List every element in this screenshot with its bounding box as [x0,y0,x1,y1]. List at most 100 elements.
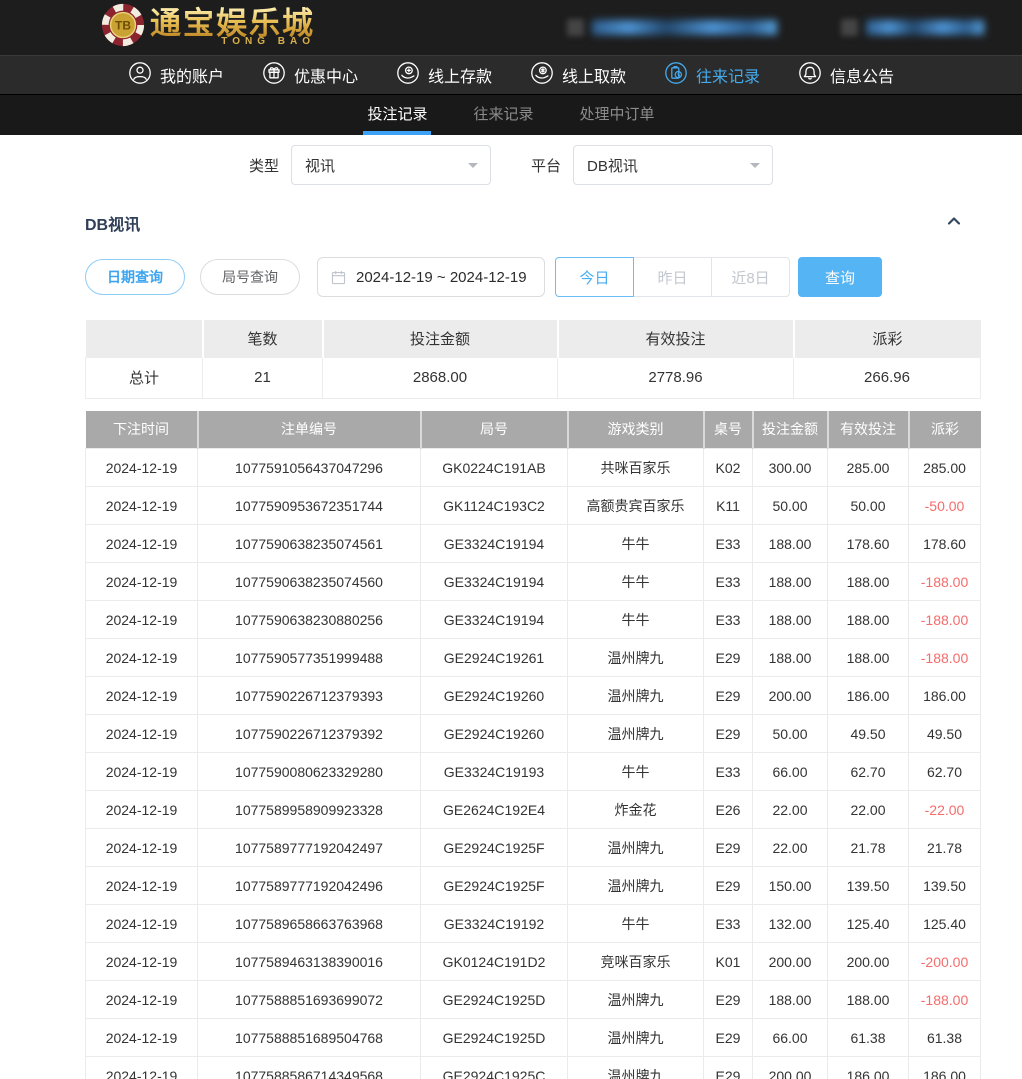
brand-logo[interactable]: TB 通宝娱乐城 TONG BAO [100,2,321,53]
quick-range-button-1[interactable]: 今日 [555,257,634,297]
type-label: 类型 [249,155,279,176]
date-query-toggle[interactable]: 日期查询 [85,259,185,295]
table-cell: 温州牌九 [568,829,704,867]
table-cell: 炸金花 [568,791,704,829]
table-cell: 1077589777192042497 [198,829,421,867]
date-range-picker[interactable]: 2024-12-19 ~ 2024-12-19 [317,257,545,297]
chevron-down-icon [468,163,478,173]
table-row: 2024-12-191077588851693699072GE2924C1925… [86,981,981,1019]
nav-item-records[interactable]: 往来记录 [664,61,760,90]
type-select-value: 视讯 [305,155,335,176]
table-cell: 66.00 [753,753,828,791]
table-row: 2024-12-191077588586714349568GE2924C1925… [86,1057,981,1079]
user-icon [128,61,152,90]
chevron-up-icon [944,211,964,231]
platform-select[interactable]: DB视讯 [573,145,773,185]
table-cell: K11 [704,487,753,525]
nav-item-label: 优惠中心 [294,63,358,87]
table-cell: 2024-12-19 [86,487,198,525]
table-cell: 22.00 [753,829,828,867]
table-cell: 285.00 [828,449,909,487]
table-cell: 62.70 [828,753,909,791]
section-head: DB视讯 [85,209,980,236]
table-cell: 2024-12-19 [86,677,198,715]
table-row: 2024-12-191077589658663763968GE3324C1919… [86,905,981,943]
tab-1[interactable]: 投注记录 [367,95,427,135]
nav-item-bell[interactable]: 信息公告 [798,61,894,90]
table-cell: 188.00 [828,601,909,639]
collapse-button[interactable] [942,209,966,236]
table-cell: GE2924C19260 [421,677,568,715]
table-cell: 1077591056437047296 [198,449,421,487]
table-cell: 1077589958909923328 [198,791,421,829]
gift-icon [262,61,286,90]
table-cell: GE2924C1925F [421,829,568,867]
table-cell: 188.00 [753,563,828,601]
summary-value: 2868.00 [323,357,558,398]
table-cell: 139.50 [828,867,909,905]
table-cell: 1077589463138390016 [198,943,421,981]
casino-chip-icon: TB [100,2,146,53]
table-cell: 125.40 [828,905,909,943]
table-cell: GE3324C19193 [421,753,568,791]
table-cell: 2024-12-19 [86,905,198,943]
table-cell: 188.00 [753,981,828,1019]
table-cell: E29 [704,981,753,1019]
summary-header-row: 笔数投注金额有效投注派彩 [86,320,981,357]
brand-text: 通宝娱乐城 TONG BAO [150,8,321,47]
table-cell: 2024-12-19 [86,867,198,905]
table-cell: E29 [704,1057,753,1079]
summary-col-header: 投注金额 [323,320,558,357]
table-cell: 1077590577351999488 [198,639,421,677]
summary-value: 21 [203,357,323,398]
table-cell: E29 [704,867,753,905]
nav-item-withdraw[interactable]: 线上取款 [530,61,626,90]
platform-label: 平台 [531,155,561,176]
table-cell: 牛牛 [568,905,704,943]
withdraw-icon [530,61,554,90]
table-cell: E33 [704,601,753,639]
table-cell: 温州牌九 [568,715,704,753]
nav-item-gift[interactable]: 优惠中心 [262,61,358,90]
top-header: TB 通宝娱乐城 TONG BAO [0,0,1022,55]
table-cell: 200.00 [753,1057,828,1079]
table-cell: GE3324C19194 [421,525,568,563]
tab-2[interactable]: 往来记录 [473,95,533,135]
table-cell: 温州牌九 [568,867,704,905]
table-cell: K02 [704,449,753,487]
table-cell: GE2924C19260 [421,715,568,753]
quick-range-button-3[interactable]: 近8日 [711,257,790,297]
table-cell: -22.00 [909,791,981,829]
table-cell: 139.50 [909,867,981,905]
nav-item-user[interactable]: 我的账户 [128,61,224,90]
table-cell: E29 [704,639,753,677]
summary-col-header: 笔数 [203,320,323,357]
table-cell: 50.00 [753,487,828,525]
type-select[interactable]: 视讯 [291,145,491,185]
table-cell: GK0224C191AB [421,449,568,487]
round-query-toggle[interactable]: 局号查询 [200,259,300,295]
bell-icon [798,61,822,90]
table-cell: 1077588851693699072 [198,981,421,1019]
table-cell: GK1124C193C2 [421,487,568,525]
table-row: 2024-12-191077590080623329280GE3324C1919… [86,753,981,791]
records-col-header: 有效投注 [828,411,909,449]
table-cell: 300.00 [753,449,828,487]
table-cell: 2024-12-19 [86,1019,198,1057]
search-button[interactable]: 查询 [798,257,882,297]
table-cell: 2024-12-19 [86,1057,198,1079]
date-range-value: 2024-12-19 ~ 2024-12-19 [356,269,527,286]
quick-range-button-2[interactable]: 昨日 [633,257,712,297]
table-cell: -188.00 [909,563,981,601]
nav-item-deposit[interactable]: 线上存款 [396,61,492,90]
summary-col-header [86,320,203,357]
records-col-header: 注单编号 [198,411,421,449]
table-cell: -188.00 [909,981,981,1019]
quick-range-group: 今日昨日近8日 [555,257,790,297]
table-cell: 竞咪百家乐 [568,943,704,981]
tab-3[interactable]: 处理中订单 [580,95,655,135]
table-cell: 温州牌九 [568,1019,704,1057]
table-cell: 牛牛 [568,563,704,601]
table-cell: 61.38 [909,1019,981,1057]
table-cell: 1077590080623329280 [198,753,421,791]
